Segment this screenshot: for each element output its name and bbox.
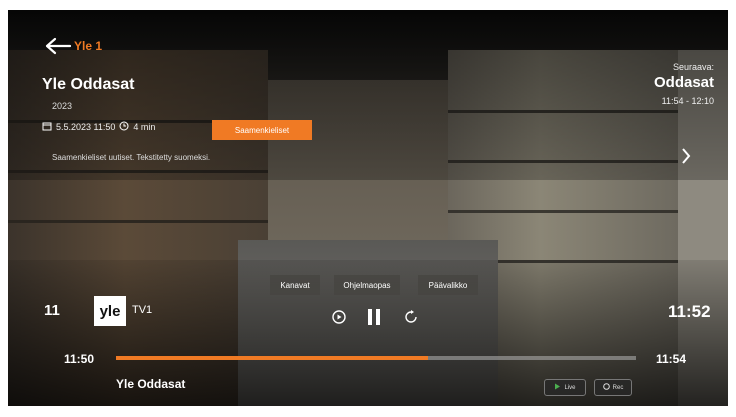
yle-logo: yle — [94, 296, 126, 326]
video-frame — [8, 10, 728, 406]
program-duration: 4 min — [133, 122, 156, 132]
menu-button-guide[interactable]: Ohjelmaopas — [334, 275, 400, 295]
next-program-label: Seuraava: — [672, 62, 714, 72]
video-shelf-stripe — [8, 220, 268, 223]
replay-icon[interactable] — [330, 308, 348, 326]
play-icon — [554, 383, 561, 392]
menu-button-channels[interactable]: Kanavat — [270, 275, 320, 295]
live-button[interactable]: Live — [544, 379, 586, 396]
chevron-right-icon[interactable] — [680, 146, 692, 171]
next-program-title[interactable]: Oddasat — [628, 74, 714, 91]
calendar-icon — [42, 121, 52, 133]
record-button[interactable]: Rec — [594, 379, 632, 396]
timeline-end-time: 11:54 — [656, 352, 687, 366]
program-title: Yle Oddasat — [42, 76, 135, 93]
timeline-program-title: Yle Oddasat — [116, 377, 186, 391]
timeline-start-time: 11:50 — [64, 352, 95, 366]
menu-button-main[interactable]: Päävalikko — [418, 275, 478, 295]
video-player-screen: Yle 1 Yle Oddasat 2023 5.5.2023 11:50 4 … — [8, 10, 728, 406]
program-date-time: 5.5.2023 11:50 — [56, 122, 116, 132]
back-arrow-icon[interactable] — [44, 36, 72, 56]
clock-icon — [119, 121, 129, 133]
next-program-time: 11:54 - 12:10 — [661, 96, 714, 106]
progress-fill — [116, 356, 428, 360]
channel-number: 11 — [44, 302, 60, 319]
program-description: Saamenkieliset uutiset. Tekstitetty suom… — [52, 153, 211, 162]
program-year: 2023 — [52, 101, 73, 111]
current-clock: 11:52 — [668, 302, 711, 321]
language-tag-button[interactable]: Saamenkieliset — [212, 120, 312, 140]
pause-icon[interactable] — [363, 306, 385, 328]
record-label: Rec — [612, 384, 624, 391]
program-meta: 5.5.2023 11:50 4 min — [42, 121, 155, 133]
channel-name: Yle 1 — [74, 39, 103, 53]
channel-logo-label: TV1 — [132, 304, 153, 316]
restart-icon[interactable] — [402, 308, 420, 326]
video-shelf-stripe — [448, 210, 678, 213]
record-icon — [602, 383, 610, 392]
live-label: Live — [564, 384, 576, 391]
progress-track[interactable] — [116, 356, 636, 360]
